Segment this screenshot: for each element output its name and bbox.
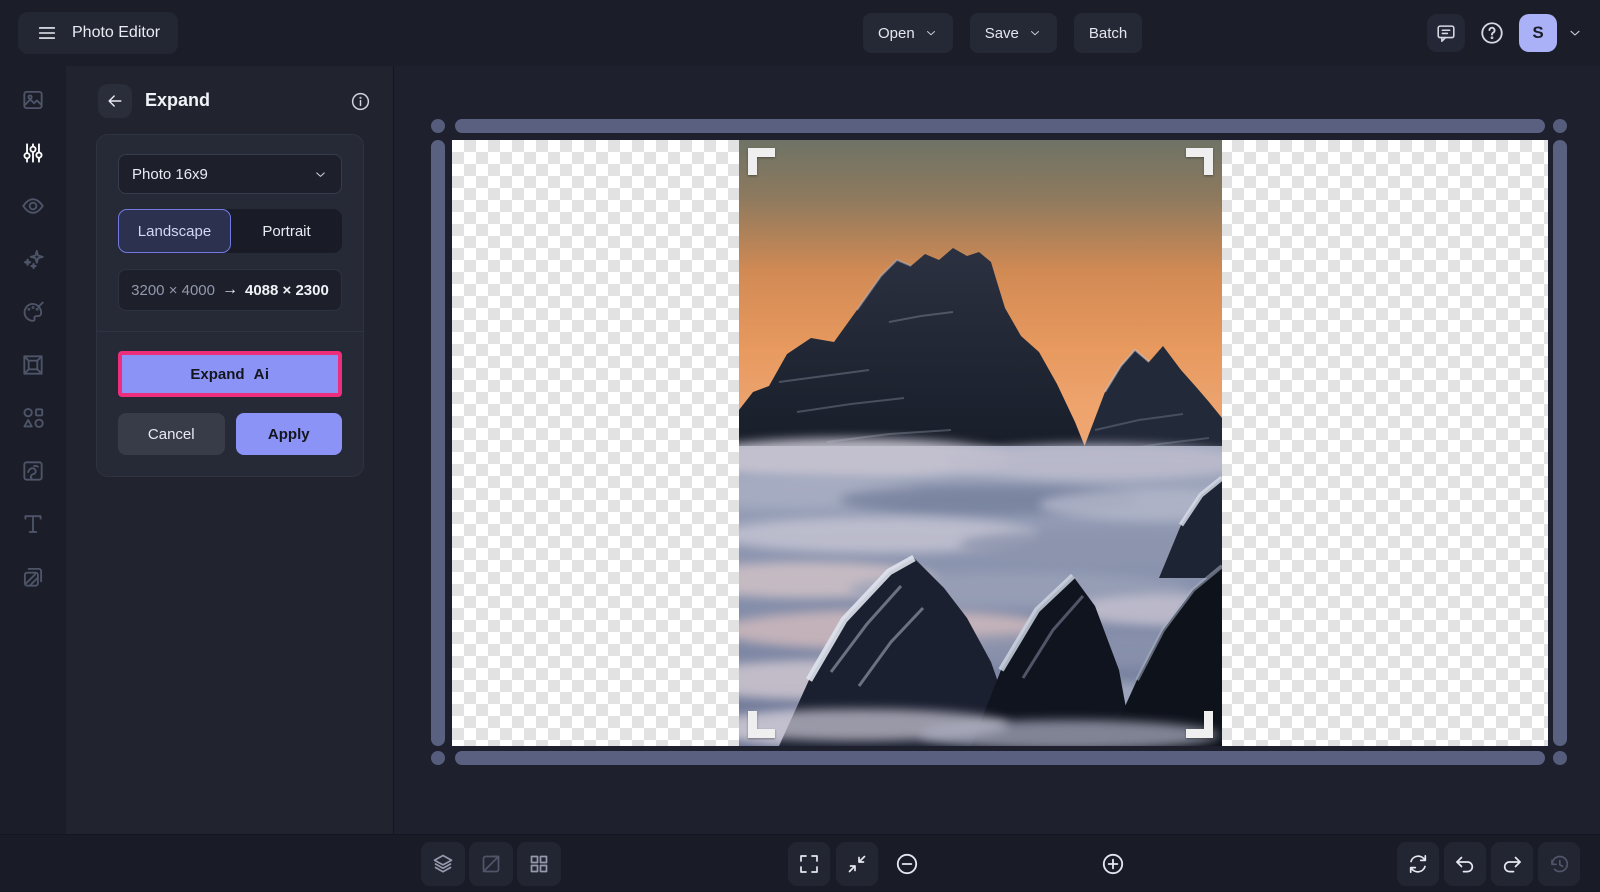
dimensions-from: 3200 × 4000 <box>131 281 215 299</box>
avatar[interactable]: S <box>1519 14 1557 52</box>
dimensions-to: 4088 × 2300 <box>245 281 329 299</box>
panel-title: Expand <box>145 90 211 110</box>
history-clock-icon <box>1547 852 1571 876</box>
zoom-out-icon[interactable] <box>894 851 920 877</box>
tool-adjust-icon[interactable] <box>13 133 53 173</box>
arrow-left-icon <box>105 91 125 111</box>
grid-icon <box>527 852 551 876</box>
crop-handle-top-right[interactable] <box>1186 148 1213 175</box>
batch-button[interactable]: Batch <box>1073 13 1143 53</box>
canvas-resize-button[interactable] <box>469 842 513 886</box>
pan-dot-bottom-right[interactable] <box>1553 751 1567 765</box>
portrait-option[interactable]: Portrait <box>231 209 342 253</box>
scrollbar-vertical-left[interactable] <box>431 140 445 746</box>
fit-to-screen-button[interactable] <box>836 842 878 886</box>
pan-dot-top-left[interactable] <box>431 119 445 133</box>
reset-button[interactable] <box>1397 842 1439 886</box>
undo-icon <box>1453 852 1477 876</box>
top-bar: Photo Editor Open Save Batch S <box>0 0 1600 66</box>
divider <box>97 331 363 332</box>
layers-icon <box>431 852 455 876</box>
tool-rail <box>0 66 66 892</box>
redo-icon <box>1500 852 1524 876</box>
main-menu-button[interactable]: Photo Editor <box>18 12 179 54</box>
dimensions-readout: 3200 × 4000 → 4088 × 2300 <box>118 269 342 311</box>
pan-dot-top-right[interactable] <box>1553 119 1567 133</box>
crop-handle-bottom-left[interactable] <box>748 711 775 738</box>
tool-shapes-icon[interactable] <box>13 398 53 438</box>
canvas-area <box>394 66 1600 834</box>
undo-button[interactable] <box>1444 842 1486 886</box>
back-button[interactable] <box>98 84 132 118</box>
chevron-down-icon <box>924 26 938 40</box>
tool-image-icon[interactable] <box>13 80 53 120</box>
canvas-image[interactable] <box>739 140 1222 746</box>
preset-value: Photo 16x9 <box>132 165 208 183</box>
account-actions: S <box>1427 14 1583 52</box>
account-chevron-down-icon[interactable] <box>1567 25 1583 41</box>
chat-bubble-icon <box>1435 22 1457 44</box>
expand-options-card: Photo 16x9 Landscape Portrait 3200 × 400… <box>96 134 364 477</box>
confirm-row: Cancel Apply <box>118 413 342 455</box>
cancel-button[interactable]: Cancel <box>118 413 225 455</box>
save-button[interactable]: Save <box>969 13 1057 53</box>
ai-badge: Ai <box>253 365 270 383</box>
app-title: Photo Editor <box>72 24 161 41</box>
preset-select[interactable]: Photo 16x9 <box>118 154 342 194</box>
tool-arrange-icon[interactable] <box>13 557 53 597</box>
expand-ai-button[interactable]: Expand Ai <box>118 351 342 397</box>
chevron-down-icon <box>313 167 328 182</box>
landscape-option[interactable]: Landscape <box>118 209 231 253</box>
tool-ai-effects-sparkles-icon[interactable] <box>13 239 53 279</box>
crop-handle-bottom-right[interactable] <box>1186 711 1213 738</box>
feedback-button[interactable] <box>1427 14 1465 52</box>
apply-button[interactable]: Apply <box>235 413 342 455</box>
scrollbar-horizontal-bottom[interactable] <box>455 751 1545 765</box>
help-button[interactable] <box>1475 16 1509 50</box>
history-button[interactable] <box>1538 842 1580 886</box>
collapse-arrows-icon <box>845 852 869 876</box>
layers-button[interactable] <box>421 842 465 886</box>
orientation-toggle: Landscape Portrait <box>118 209 342 253</box>
pan-dot-bottom-left[interactable] <box>431 751 445 765</box>
open-button[interactable]: Open <box>863 13 953 53</box>
zoom-in-icon[interactable] <box>1100 851 1126 877</box>
tool-paint-palette-icon[interactable] <box>13 292 53 332</box>
fullscreen-button[interactable] <box>788 842 830 886</box>
file-actions: Open Save Batch <box>863 13 1143 53</box>
arrow-right-icon: → <box>222 281 238 298</box>
crop-handle-top-left[interactable] <box>748 148 775 175</box>
scrollbar-vertical-right[interactable] <box>1553 140 1567 746</box>
scrollbar-horizontal-top[interactable] <box>455 119 1545 133</box>
redo-button[interactable] <box>1491 842 1533 886</box>
tool-text-icon[interactable] <box>13 504 53 544</box>
grid-view-button[interactable] <box>517 842 561 886</box>
info-icon[interactable] <box>350 91 371 112</box>
question-mark-icon <box>1479 20 1505 46</box>
refresh-icon <box>1406 852 1430 876</box>
hamburger-icon <box>36 22 58 44</box>
crossed-canvas-icon <box>479 852 503 876</box>
chevron-down-icon <box>1028 26 1042 40</box>
expand-panel: Expand Photo 16x9 Landscape Portrait 320… <box>66 66 394 892</box>
tool-frame-icon[interactable] <box>13 345 53 385</box>
tool-texture-icon[interactable] <box>13 451 53 491</box>
bottom-bar: 13% <box>0 834 1600 892</box>
tool-retouch-eye-icon[interactable] <box>13 186 53 226</box>
canvas[interactable] <box>452 140 1548 746</box>
fullscreen-icon <box>797 852 821 876</box>
